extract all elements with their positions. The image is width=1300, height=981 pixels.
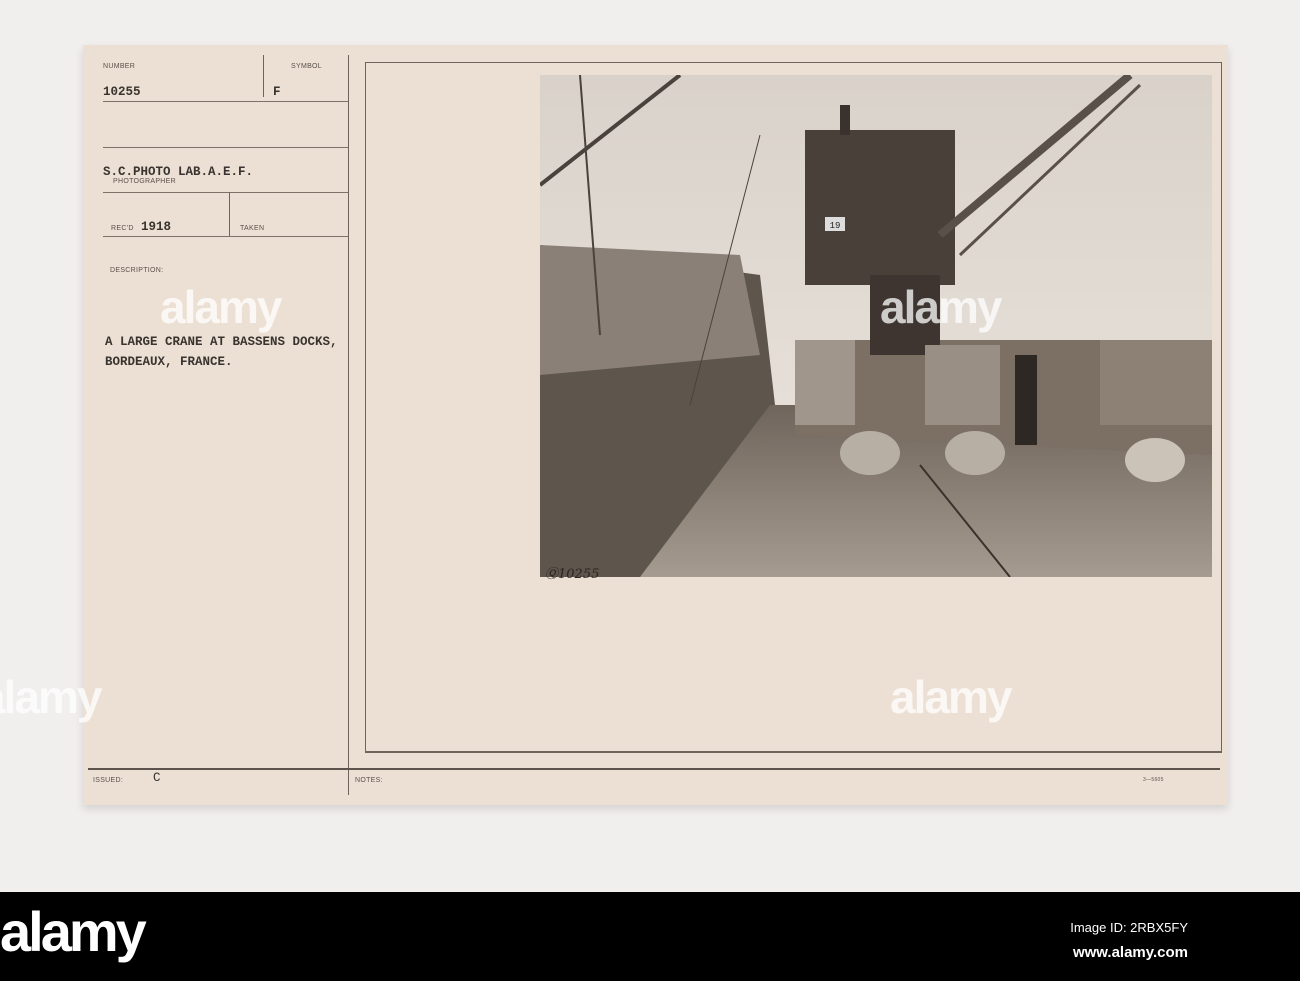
divider bbox=[229, 192, 230, 236]
symbol-value: F bbox=[273, 85, 281, 99]
archive-card: NUMBER 10255 SYMBOL F S.C.PHOTO LAB.A.E.… bbox=[83, 45, 1228, 805]
notes-label: NOTES: bbox=[355, 777, 383, 784]
divider bbox=[263, 55, 264, 97]
recd-value: 1918 bbox=[141, 220, 172, 234]
watermark: alamy bbox=[0, 671, 102, 723]
photograph-crane: 19 bbox=[540, 75, 1212, 577]
divider bbox=[348, 55, 349, 795]
divider bbox=[103, 147, 348, 148]
recd-label: REC'D bbox=[111, 225, 134, 232]
divider bbox=[103, 236, 348, 237]
symbol-label: SYMBOL bbox=[291, 63, 322, 70]
watermark: alamy bbox=[880, 281, 1002, 333]
description-line-1: A LARGE CRANE AT BASSENS DOCKS, bbox=[105, 335, 338, 349]
alamy-logo: alamy bbox=[0, 900, 147, 963]
image-id: Image ID: 2RBX5FY bbox=[1070, 920, 1188, 935]
divider bbox=[103, 101, 348, 102]
number-label: NUMBER bbox=[103, 63, 136, 70]
number-value: 10255 bbox=[103, 85, 141, 99]
photographer-label: PHOTOGRAPHER bbox=[113, 178, 176, 185]
divider bbox=[103, 192, 348, 193]
site-url: www.alamy.com bbox=[1072, 944, 1188, 961]
divider bbox=[88, 768, 1220, 770]
footer-bar: alamy Image ID: 2RBX5FY www.alamy.com bbox=[0, 892, 1300, 981]
photo-inscription: Ⓠ10255 bbox=[545, 567, 600, 582]
form-number: 3—5605 bbox=[1143, 777, 1164, 783]
taken-label: TAKEN bbox=[240, 225, 265, 232]
watermark: alamy bbox=[160, 281, 282, 333]
crane-number-plate: 19 bbox=[830, 221, 841, 231]
issued-value: C bbox=[153, 771, 161, 785]
photographer-value: S.C.PHOTO LAB.A.E.F. bbox=[103, 165, 254, 179]
issued-label: ISSUED: bbox=[93, 777, 124, 784]
description-line-2: BORDEAUX, FRANCE. bbox=[105, 355, 233, 369]
description-label: DESCRIPTION: bbox=[110, 267, 164, 274]
watermark: alamy bbox=[890, 671, 1012, 723]
